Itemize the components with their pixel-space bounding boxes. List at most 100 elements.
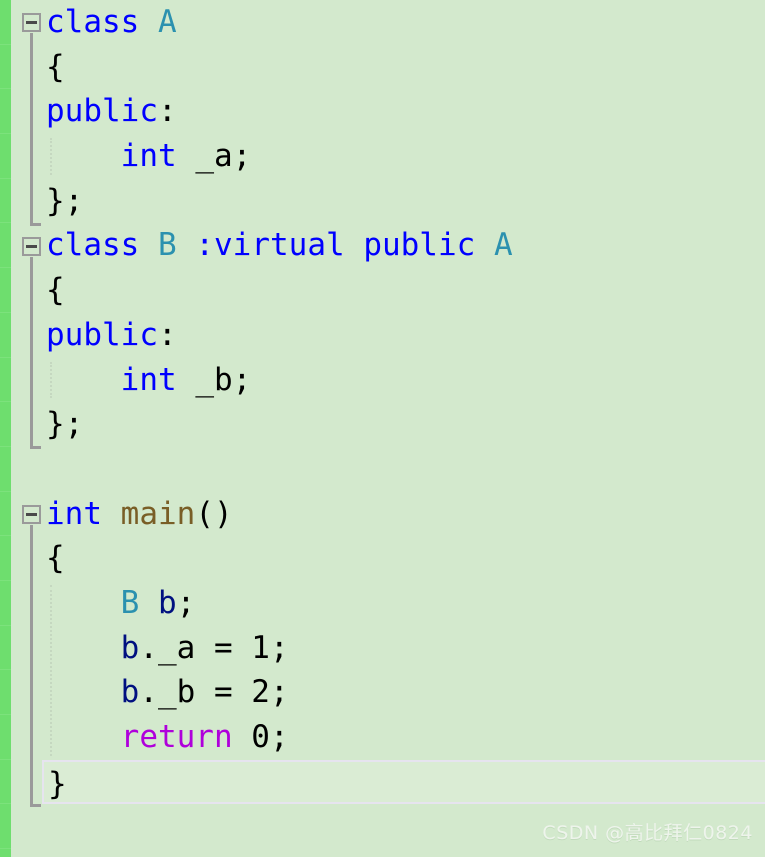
change-strip-segment — [0, 804, 11, 850]
change-strip-segment — [0, 45, 11, 90]
code-token: public — [46, 316, 158, 353]
code-line[interactable] — [42, 447, 765, 492]
fold-range-line — [30, 256, 33, 447]
code-token: b — [158, 584, 177, 621]
code-line[interactable]: int _a; — [42, 134, 765, 179]
code-token: }; — [46, 182, 84, 219]
indent-guide — [50, 361, 54, 399]
code-token: B — [158, 227, 177, 264]
change-strip-segment — [0, 0, 11, 45]
code-token: { — [46, 272, 65, 309]
change-strip-segment — [0, 268, 11, 313]
code-token: main — [120, 495, 196, 532]
fold-range-foot — [30, 803, 41, 807]
code-token: _b; — [176, 361, 252, 398]
code-token: A — [493, 227, 513, 264]
code-token: class — [46, 227, 140, 264]
code-line[interactable]: int _b; — [42, 358, 765, 403]
code-token: } — [48, 765, 67, 802]
fold-range-line — [30, 524, 33, 804]
fold-range-line — [30, 33, 33, 223]
code-token: : — [157, 316, 177, 353]
code-token: public — [46, 93, 158, 130]
change-strip-segment — [0, 536, 11, 581]
code-token: ._b = 2; — [139, 674, 289, 711]
change-strip-segment — [0, 223, 11, 269]
code-token: }; — [46, 406, 84, 443]
code-token: : — [157, 93, 177, 130]
change-strip-segment — [0, 313, 11, 358]
code-line[interactable]: return 0; — [42, 715, 765, 760]
change-indicator-strip — [0, 0, 11, 857]
code-line[interactable]: public: — [42, 89, 765, 134]
code-line[interactable]: int main() — [42, 492, 765, 537]
change-strip-segment — [0, 402, 11, 447]
code-token: _a; — [176, 138, 252, 175]
fold-range-foot — [30, 222, 41, 226]
change-strip-segment — [0, 849, 11, 857]
change-strip-segment — [0, 581, 11, 626]
fold-class-b[interactable] — [22, 236, 41, 256]
change-strip-segment — [0, 179, 11, 224]
change-strip-segment — [0, 492, 11, 537]
code-line-current[interactable]: } — [42, 759, 765, 805]
change-strip-segment — [0, 760, 11, 805]
code-token: { — [46, 540, 65, 577]
code-editor[interactable]: class A{public: int _a;}; class B :virtua… — [0, 0, 765, 857]
code-line[interactable]: b._a = 1; — [42, 626, 765, 671]
change-strip-segment — [0, 670, 11, 715]
csdn-watermark: CSDN @高比拜仁0824 — [542, 822, 753, 844]
code-line[interactable]: class A — [42, 0, 765, 45]
change-strip-segment — [0, 358, 11, 403]
code-token: ._a = 1; — [139, 629, 289, 666]
change-strip-segment — [0, 134, 11, 179]
code-token: ; — [176, 584, 196, 621]
fold-class-a[interactable] — [22, 13, 41, 32]
indent-guide — [50, 138, 54, 175]
code-token: :virtual public — [195, 227, 476, 264]
code-token: int — [120, 138, 177, 175]
code-line[interactable]: class B :virtual public A — [42, 223, 765, 268]
code-token: B — [120, 584, 140, 621]
code-token: int — [120, 361, 177, 398]
code-line[interactable]: { — [42, 536, 765, 581]
code-token: class — [46, 4, 140, 40]
code-content[interactable]: class A{public: int _a;}; class B :virtua… — [42, 0, 765, 857]
code-token: () — [195, 495, 233, 532]
change-strip-segment — [0, 715, 11, 760]
code-line[interactable]: B b; — [42, 581, 765, 626]
code-line[interactable]: }; — [42, 402, 765, 447]
error-squiggle-icon — [48, 438, 64, 445]
change-strip-segment — [0, 89, 11, 135]
code-token: 0; — [232, 719, 289, 755]
code-token: A — [158, 4, 177, 40]
code-token: b — [120, 674, 140, 711]
change-strip-segment — [0, 626, 11, 671]
change-strip-segment — [0, 447, 11, 492]
fold-main[interactable] — [22, 504, 41, 524]
code-line[interactable]: }; — [42, 179, 765, 224]
code-line[interactable]: { — [42, 268, 765, 313]
code-token: return — [120, 719, 233, 755]
fold-range-foot — [30, 446, 41, 450]
code-line[interactable]: b._b = 2; — [42, 670, 765, 715]
editor-gutter[interactable] — [11, 0, 42, 857]
code-token: b — [120, 629, 140, 666]
code-line[interactable]: public: — [42, 313, 765, 358]
indent-guide — [50, 585, 54, 756]
code-line[interactable]: { — [42, 45, 765, 90]
code-token: { — [46, 48, 65, 85]
code-token: int — [46, 495, 102, 532]
